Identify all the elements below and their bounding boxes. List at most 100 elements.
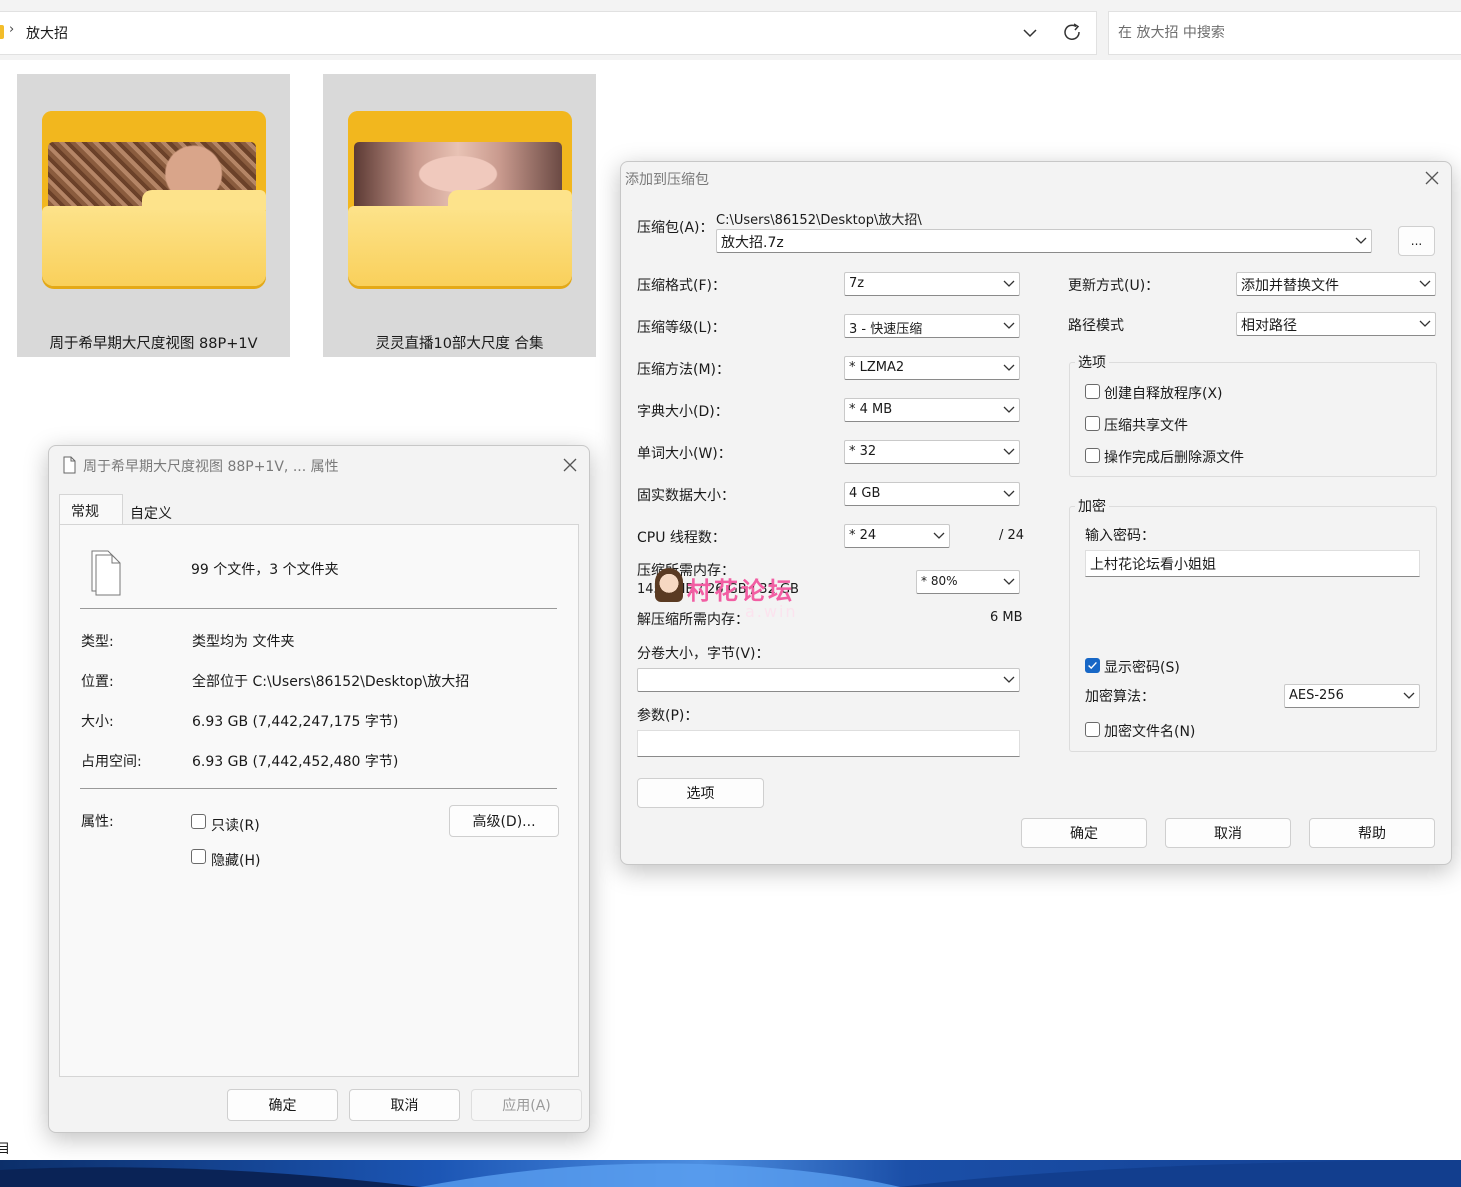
chevron-down-icon	[1355, 237, 1367, 244]
options-button[interactable]: 选项	[637, 778, 764, 808]
watermark-url: a.win	[745, 602, 798, 621]
chevron-down-icon	[1003, 280, 1015, 287]
method-label: 压缩方法(M)：	[637, 362, 731, 378]
dialog-title: 周于希早期大尺度视图 88P+1V, ... 属性	[83, 459, 339, 475]
tab-custom[interactable]: 自定义	[123, 498, 183, 525]
solid-size-label: 固实数据大小：	[637, 488, 735, 504]
divider	[80, 608, 557, 609]
update-mode-label: 更新方式(U)：	[1068, 278, 1160, 294]
chevron-down-icon	[1003, 364, 1015, 371]
search-box[interactable]	[1108, 11, 1461, 55]
add-to-archive-dialog: 添加到压缩包 压缩包(A)： C:\Users\86152\Desktop\放大…	[620, 161, 1452, 865]
shared-files-checkbox[interactable]	[1085, 416, 1100, 431]
delete-after-checkbox[interactable]	[1085, 448, 1100, 463]
password-input[interactable]: 上村花论坛看小姐姐	[1085, 550, 1420, 577]
document-icon	[63, 456, 76, 474]
folder-tile[interactable]: 周于希早期大尺度视图 88P+1V	[17, 74, 290, 357]
dialog-title: 添加到压缩包	[625, 172, 709, 188]
password-label: 输入密码：	[1085, 528, 1155, 544]
location-value: 全部位于 C:\Users\86152\Desktop\放大招	[192, 674, 470, 690]
dictionary-select[interactable]: * 4 MB	[844, 398, 1020, 422]
encrypt-filenames-label[interactable]: 加密文件名(N)	[1104, 721, 1195, 741]
shared-files-label[interactable]: 压缩共享文件	[1104, 415, 1188, 435]
wallpaper-bloom	[0, 1160, 1461, 1187]
browse-button[interactable]: ...	[1398, 226, 1435, 256]
format-select[interactable]: 7z	[844, 272, 1020, 296]
volume-size-label: 分卷大小，字节(V)：	[637, 646, 770, 662]
close-icon[interactable]	[557, 452, 583, 478]
update-mode-select[interactable]: 添加并替换文件	[1236, 272, 1436, 296]
encryption-method-select[interactable]: AES-256	[1284, 684, 1420, 708]
properties-dialog: 周于希早期大尺度视图 88P+1V, ... 属性 常规 自定义 99 个文件，…	[48, 445, 590, 1133]
advanced-button[interactable]: 高级(D)...	[449, 805, 559, 837]
delete-after-label[interactable]: 操作完成后删除源文件	[1104, 447, 1244, 467]
show-password-label[interactable]: 显示密码(S)	[1104, 657, 1180, 677]
volume-size-combo[interactable]	[637, 668, 1020, 692]
encryption-group-title: 加密	[1075, 496, 1109, 516]
size-value: 6.93 GB (7,442,247,175 字节)	[192, 714, 399, 730]
show-password-checkbox[interactable]	[1085, 658, 1100, 673]
close-icon[interactable]	[1419, 165, 1445, 191]
word-size-label: 单词大小(W)：	[637, 446, 732, 462]
folder-tile[interactable]: 灵灵直播10部大尺度 合集	[323, 74, 596, 357]
attributes-label: 属性:	[81, 814, 114, 830]
hidden-label[interactable]: 隐藏(H)	[211, 850, 260, 870]
dictionary-label: 字典大小(D)：	[637, 404, 729, 420]
level-label: 压缩等级(L)：	[637, 320, 726, 336]
size-label: 大小:	[81, 714, 114, 730]
sfx-label[interactable]: 创建自释放程序(X)	[1104, 383, 1223, 403]
search-input[interactable]	[1109, 12, 1461, 54]
edge-label: 目	[0, 1142, 11, 1157]
cpu-threads-label: CPU 线程数：	[637, 530, 726, 546]
readonly-label[interactable]: 只读(R)	[211, 815, 260, 835]
general-panel: 99 个文件，3 个文件夹 类型: 类型均为 文件夹 位置: 全部位于 C:\U…	[59, 524, 579, 1077]
method-select[interactable]: * LZMA2	[844, 356, 1020, 380]
multiple-files-icon	[91, 550, 121, 596]
apply-button[interactable]: 应用(A)	[471, 1089, 582, 1121]
sfx-checkbox[interactable]	[1085, 384, 1100, 399]
archive-path: C:\Users\86152\Desktop\放大招\	[716, 213, 922, 228]
explorer-toolbar: › 放大招	[0, 0, 1461, 60]
divider	[80, 788, 557, 789]
watermark-avatar	[655, 568, 683, 602]
chevron-down-icon	[1003, 490, 1015, 497]
readonly-checkbox[interactable]	[191, 814, 206, 829]
chevron-down-icon	[1403, 692, 1415, 699]
chevron-down-icon	[1003, 322, 1015, 329]
cpu-threads-select[interactable]: * 24	[844, 524, 950, 548]
tab-label: 常规	[71, 504, 99, 520]
address-bar[interactable]: › 放大招	[0, 11, 1097, 55]
word-size-select[interactable]: * 32	[844, 440, 1020, 464]
archive-name-combo[interactable]: 放大招.7z	[716, 229, 1372, 253]
breadcrumb[interactable]: 放大招	[26, 23, 68, 43]
tab-label: 自定义	[130, 506, 172, 522]
tab-general[interactable]: 常规	[59, 494, 123, 525]
ok-button[interactable]: 确定	[227, 1089, 338, 1121]
encrypt-filenames-checkbox[interactable]	[1085, 722, 1100, 737]
ok-button[interactable]: 确定	[1021, 818, 1147, 848]
chevron-down-icon	[1419, 320, 1431, 327]
cancel-button[interactable]: 取消	[1165, 818, 1291, 848]
parameters-input[interactable]	[637, 730, 1020, 757]
refresh-icon[interactable]	[1060, 20, 1086, 46]
options-group-title: 选项	[1075, 352, 1109, 372]
folder-name: 周于希早期大尺度视图 88P+1V	[49, 336, 258, 352]
type-value: 类型均为 文件夹	[192, 634, 295, 650]
chevron-down-icon[interactable]	[1017, 21, 1043, 45]
folder-icon	[0, 25, 4, 39]
selection-summary: 99 个文件，3 个文件夹	[191, 562, 339, 578]
chevron-down-icon	[1003, 448, 1015, 455]
path-mode-select[interactable]: 相对路径	[1236, 312, 1436, 336]
desktop-wallpaper	[0, 1160, 1461, 1187]
solid-size-select[interactable]: 4 GB	[844, 482, 1020, 506]
memory-percent-select[interactable]: * 80%	[916, 570, 1020, 594]
hidden-checkbox[interactable]	[191, 849, 206, 864]
cancel-button[interactable]: 取消	[349, 1089, 460, 1121]
disk-usage-label: 占用空间:	[81, 754, 142, 770]
path-mode-label: 路径模式	[1068, 318, 1124, 334]
cpu-threads-max: / 24	[999, 528, 1025, 543]
chevron-down-icon	[1419, 280, 1431, 287]
checkmark-icon	[1088, 661, 1097, 670]
help-button[interactable]: 帮助	[1309, 818, 1435, 848]
level-select[interactable]: 3 - 快速压缩	[844, 314, 1020, 338]
